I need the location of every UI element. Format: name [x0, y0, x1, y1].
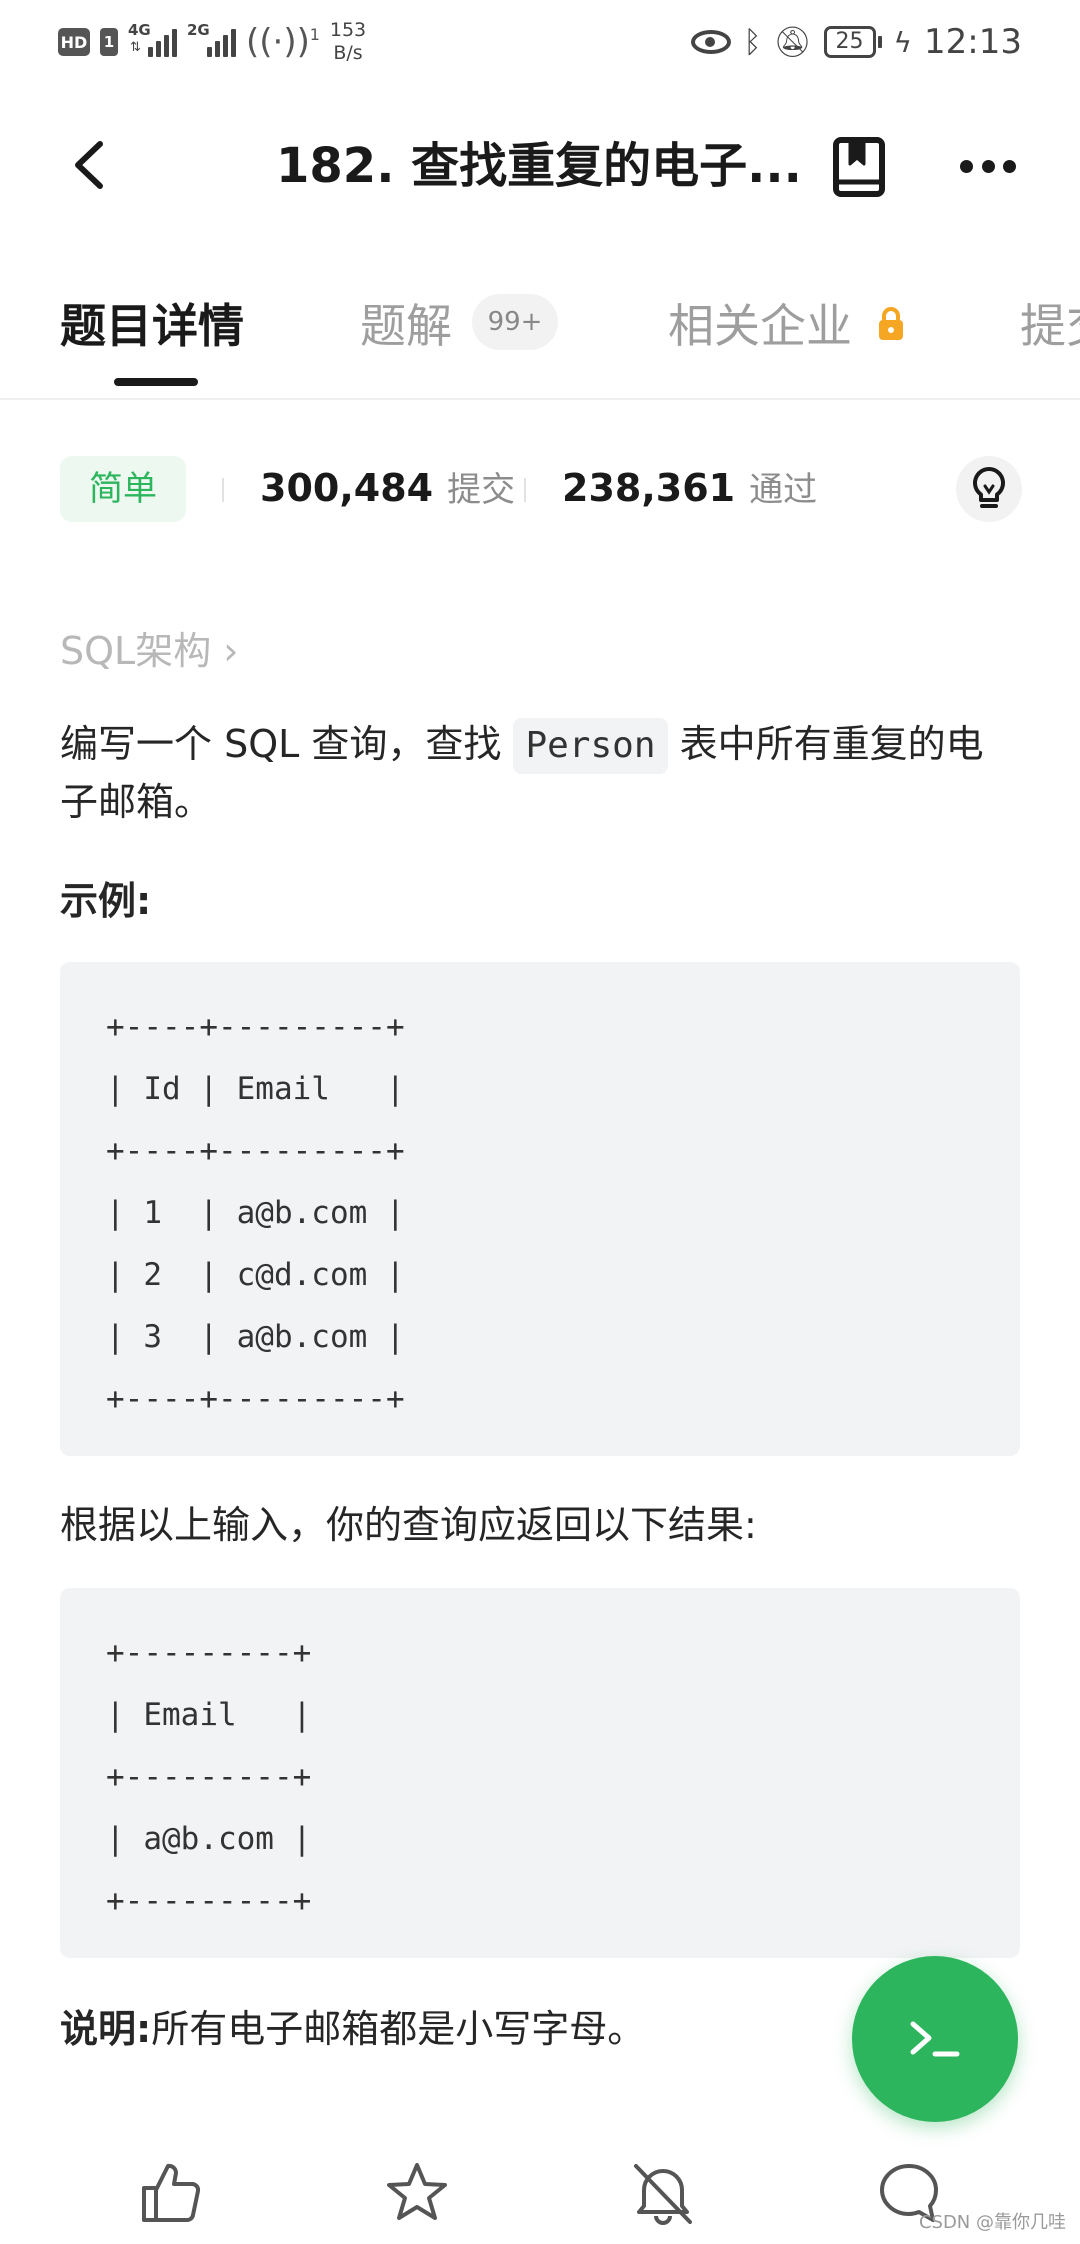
- eye-comfort-icon: [691, 30, 732, 54]
- tab-related-companies[interactable]: 相关企业: [668, 296, 852, 356]
- code-line: | Email |: [106, 1697, 312, 1733]
- stat-divider: [524, 478, 526, 502]
- status-left: HD 1 4G ⇅ 2G ((·)) 1 153 B/s: [58, 18, 366, 66]
- status-bar: HD 1 4G ⇅ 2G ((·)) 1 153 B/s ᛒ 🔕︎ 25 ϟ 1…: [0, 0, 1080, 80]
- back-arrow-icon[interactable]: [64, 138, 118, 192]
- code-line: | 3 | a@b.com |: [106, 1319, 405, 1355]
- problem-note: 说明:所有电子邮箱都是小写字母。: [60, 1998, 645, 2053]
- active-tab-indicator: [114, 378, 198, 386]
- network-speed-value: 153: [329, 19, 367, 42]
- code-line: +----+---------+: [106, 1381, 405, 1417]
- code-line: | a@b.com |: [106, 1821, 312, 1857]
- accepted-label: 通过: [749, 470, 818, 510]
- hint-button[interactable]: [956, 456, 1022, 522]
- solutions-count-badge: 99+: [472, 294, 558, 350]
- code-line: +---------+: [106, 1759, 312, 1795]
- hotspot-count: 1: [309, 25, 320, 44]
- accepted-stat: 238,361 通过: [562, 462, 817, 518]
- code-line: | 1 | a@b.com |: [106, 1195, 405, 1231]
- network-speed-unit: B/s: [333, 42, 363, 64]
- battery-icon: 25: [823, 26, 882, 58]
- description-text-before: 编写一个 SQL 查询，查找: [60, 722, 514, 766]
- data-arrows-icon: ⇅: [130, 40, 141, 55]
- tab-solutions[interactable]: 题解: [360, 296, 452, 356]
- inline-code-table-name: Person: [513, 718, 668, 774]
- problem-description: 编写一个 SQL 查询，查找 Person 表中所有重复的电子邮箱。: [60, 716, 1020, 830]
- terminal-prompt-icon: [910, 2021, 960, 2057]
- signal-4g-label: 4G: [128, 21, 151, 39]
- clock: 12:13: [924, 22, 1022, 62]
- tab-problem-detail[interactable]: 题目详情: [60, 296, 244, 356]
- signal-2g-icon: 2G: [187, 23, 236, 57]
- lock-icon: [879, 307, 903, 340]
- code-line: +----+---------+: [106, 1133, 405, 1169]
- battery-level: 25: [823, 26, 876, 58]
- example-label: 示例:: [60, 879, 152, 923]
- notification-off-icon[interactable]: [630, 2160, 696, 2226]
- star-icon[interactable]: [384, 2160, 450, 2226]
- charging-icon: ϟ: [893, 25, 913, 59]
- signal-4g-icon: 4G ⇅: [128, 23, 177, 57]
- tab-submissions[interactable]: 提交: [1020, 296, 1080, 356]
- lightbulb-icon: [973, 467, 1005, 508]
- code-line: | 2 | c@d.com |: [106, 1257, 405, 1293]
- topic-breadcrumb[interactable]: SQL架构 ›: [60, 620, 238, 675]
- hotspot-icon: ((·)) 1: [246, 22, 320, 62]
- network-speed: 153 B/s: [330, 19, 366, 65]
- mute-bell-icon: 🔕︎: [773, 24, 812, 60]
- input-table-codeblock: +----+---------+ | Id | Email | +----+--…: [60, 962, 1020, 1456]
- submissions-count: 300,484: [260, 466, 434, 510]
- watermark: CSDN @靠你几哇: [918, 2212, 1066, 2233]
- accepted-count: 238,361: [562, 466, 736, 510]
- problem-detail-page: HD 1 4G ⇅ 2G ((·)) 1 153 B/s ᛒ 🔕︎ 25 ϟ 1…: [0, 0, 1080, 2244]
- code-line: | Id | Email |: [106, 1071, 405, 1107]
- code-line: +----+---------+: [106, 1009, 405, 1045]
- result-intro-text: 根据以上输入，你的查询应返回以下结果:: [60, 1503, 757, 1547]
- hd-icon: HD: [58, 28, 90, 56]
- app-header: 182. 查找重复的电子...: [0, 110, 1080, 220]
- thumbs-up-icon[interactable]: [138, 2160, 204, 2226]
- sim-icon: 1: [100, 28, 118, 56]
- bluetooth-icon: ᛒ: [743, 24, 762, 60]
- submissions-label: 提交: [447, 470, 516, 510]
- submissions-stat: 300,484 提交: [260, 462, 515, 518]
- page-title: 182. 查找重复的电子...: [276, 138, 802, 194]
- stat-divider: [222, 478, 224, 502]
- bookmark-book-icon[interactable]: [832, 136, 886, 198]
- signal-2g-label: 2G: [187, 21, 210, 39]
- note-label: 说明:: [60, 2007, 152, 2051]
- note-text: 所有电子邮箱都是小写字母。: [151, 2007, 646, 2051]
- bottom-action-bar: CSDN @靠你几哇: [0, 2140, 1080, 2244]
- code-line: +---------+: [106, 1635, 312, 1671]
- difficulty-badge: 简单: [60, 456, 186, 522]
- code-line: +---------+: [106, 1883, 312, 1919]
- status-right: ᛒ 🔕︎ 25 ϟ 12:13: [691, 18, 1022, 66]
- open-editor-button[interactable]: [852, 1956, 1018, 2122]
- more-options-icon[interactable]: [960, 160, 1016, 174]
- output-table-codeblock: +---------+ | Email | +---------+ | a@b.…: [60, 1588, 1020, 1958]
